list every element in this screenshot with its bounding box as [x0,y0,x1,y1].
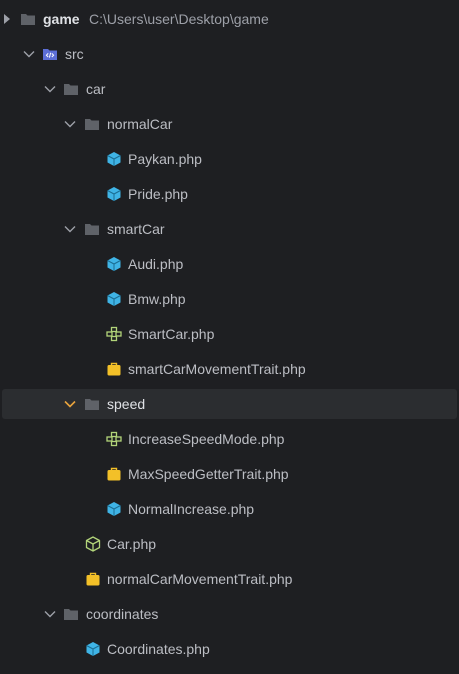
tree-label: smartCarMovementTrait.php [128,361,306,377]
php-class-icon [107,257,121,271]
tree-row-coordinates-php[interactable]: Coordinates.php [0,634,459,664]
tree-row-pride[interactable]: Pride.php [0,179,459,209]
tree-row-game[interactable]: game C:\Users\user\Desktop\game [0,4,459,34]
tree-label: Audi.php [128,256,184,272]
tree-label: car [86,81,106,97]
tree-label: IncreaseSpeedMode.php [128,431,285,447]
tree-label: normalCarMovementTrait.php [107,571,293,587]
tree-label: Pride.php [128,186,188,202]
tree-row-paykan[interactable]: Paykan.php [0,144,459,174]
project-path: C:\Users\user\Desktop\game [89,11,269,27]
chevron-down-icon[interactable] [63,117,77,131]
tree-row-bmw[interactable]: Bmw.php [0,284,459,314]
folder-icon [64,609,78,620]
chevron-down-icon[interactable] [63,222,77,236]
tree-row-src[interactable]: src [0,39,459,69]
tree-label: normalCar [107,116,173,132]
folder-icon [64,84,78,95]
project-tree: game C:\Users\user\Desktop\game src car … [0,0,459,674]
folder-icon [21,14,35,25]
php-trait-icon [86,572,100,586]
tree-label: Bmw.php [128,291,186,307]
tree-row-normalcarmovementtrait[interactable]: normalCarMovementTrait.php [0,564,459,594]
tree-row-coordinates[interactable]: coordinates [0,599,459,629]
php-interface-icon [106,326,122,342]
tree-row-increasespeedmode[interactable]: IncreaseSpeedMode.php [0,424,459,454]
php-class-icon [107,292,121,306]
tree-label: Paykan.php [128,151,202,167]
tree-row-car[interactable]: car [0,74,459,104]
chevron-down-icon[interactable] [43,607,57,621]
php-abstract-class-icon [85,536,101,552]
tree-row-smartcar[interactable]: smartCar [0,214,459,244]
php-class-icon [107,187,121,201]
php-trait-icon [107,362,121,376]
chevron-right-icon[interactable] [0,12,14,26]
tree-label: smartCar [107,221,165,237]
chevron-down-icon[interactable] [63,397,77,411]
tree-label: Car.php [107,536,157,552]
tree-label: SmartCar.php [128,326,215,342]
chevron-down-icon[interactable] [43,82,57,96]
tree-row-smartcarmovementtrait[interactable]: smartCarMovementTrait.php [0,354,459,384]
php-interface-icon [106,431,122,447]
tree-label: NormalIncrease.php [128,501,255,517]
folder-icon [85,399,99,410]
php-class-icon [107,152,121,166]
folder-icon [85,224,99,235]
tree-row-car-php[interactable]: Car.php [0,529,459,559]
php-trait-icon [107,467,121,481]
tree-label: src [65,46,84,62]
tree-label: speed [107,396,146,412]
tree-row-audi[interactable]: Audi.php [0,249,459,279]
tree-row-smartcar-php[interactable]: SmartCar.php [0,319,459,349]
project-name: game [43,11,80,27]
tree-row-maxspeedgettertrait[interactable]: MaxSpeedGetterTrait.php [0,459,459,489]
php-class-icon [107,502,121,516]
tree-label: coordinates [86,606,159,622]
chevron-down-icon[interactable] [22,47,36,61]
tree-row-normalcar[interactable]: normalCar [0,109,459,139]
php-class-icon [86,642,100,656]
source-folder-icon [43,49,57,60]
folder-icon [85,119,99,130]
tree-row-normalincrease[interactable]: NormalIncrease.php [0,494,459,524]
tree-row-speed[interactable]: speed [2,389,457,419]
tree-label: MaxSpeedGetterTrait.php [128,466,289,482]
tree-label: Coordinates.php [107,641,210,657]
